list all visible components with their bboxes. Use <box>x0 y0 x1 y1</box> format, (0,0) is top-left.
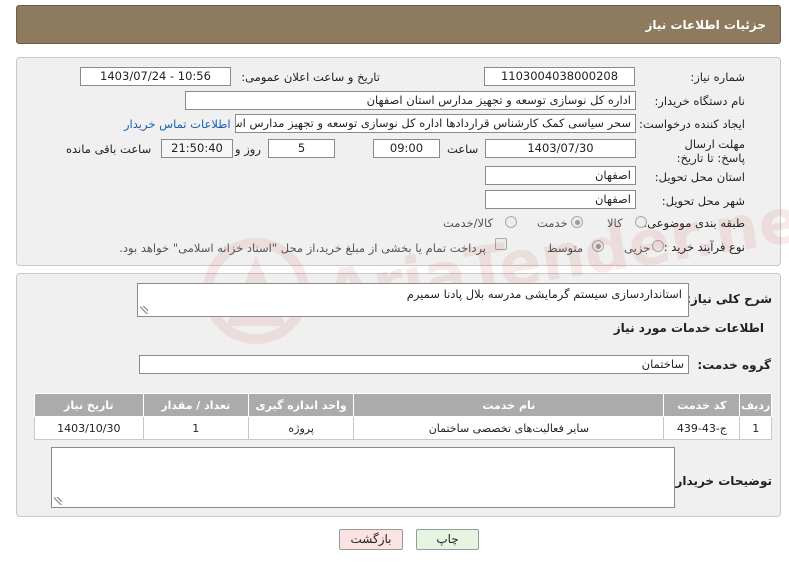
requester-label: ایجاد کننده درخواست: <box>639 117 745 131</box>
column-header-quantity: تعداد / مقدار <box>142 393 249 417</box>
column-header-service-name: نام خدمت <box>353 393 665 417</box>
cell-service-code: ج-43-439 <box>663 416 741 440</box>
page-header: جزئیات اطلاعات نیاز <box>16 5 781 44</box>
deadline-date-field[interactable]: 1403/07/30 <box>485 139 636 158</box>
resize-grip-icon[interactable] <box>54 497 62 505</box>
summary-textarea[interactable]: استانداردسازی سیستم گرمایشی مدرسه بلال پ… <box>137 283 689 317</box>
cell-need-date: 1403/10/30 <box>34 416 144 440</box>
need-number-field[interactable]: 1103004038000208 <box>484 67 635 86</box>
remaining-days-field[interactable]: 5 <box>268 139 335 158</box>
service-group-field[interactable]: ساختمان <box>139 355 689 374</box>
print-button[interactable]: چاپ <box>416 529 479 550</box>
category-option-both-label: کالا/خدمت <box>443 216 494 230</box>
services-section-title: اطلاعات خدمات مورد نیاز <box>613 321 764 335</box>
services-table: ردیف کد خدمت نام خدمت واحد اندازه گیری ت… <box>34 393 772 440</box>
deadline-label: مهلت ارسال پاسخ: تا تاریخ: <box>676 137 745 165</box>
deadline-time-field[interactable]: 09:00 <box>373 139 440 158</box>
summary-text: استانداردسازی سیستم گرمایشی مدرسه بلال پ… <box>406 287 682 301</box>
province-field[interactable]: اصفهان <box>485 166 636 185</box>
column-header-service-code: کد خدمت <box>663 393 741 417</box>
table-row[interactable]: 1 ج-43-439 سایر فعالیت‌های تخصصی ساختمان… <box>34 416 772 440</box>
cell-quantity: 1 <box>142 416 249 440</box>
service-group-label: گروه خدمت: <box>697 358 771 372</box>
column-header-unit: واحد اندازه گیری <box>247 393 355 417</box>
requester-field[interactable]: سحر سیاسی کمک کارشناس قراردادها اداره کل… <box>235 114 636 133</box>
deadline-time-label: ساعت <box>447 142 479 156</box>
city-field[interactable]: اصفهان <box>485 190 636 209</box>
province-label: استان محل تحویل: <box>654 170 745 184</box>
remaining-time-field[interactable]: 21:50:40 <box>161 139 233 158</box>
buyer-contact-link[interactable]: اطلاعات تماس خریدار <box>124 117 231 131</box>
cell-service-name: سایر فعالیت‌های تخصصی ساختمان <box>353 416 665 440</box>
remaining-label: ساعت باقی مانده <box>66 142 152 156</box>
column-header-need-date: تاریخ نیاز <box>34 393 144 417</box>
cell-row-number: 1 <box>739 416 772 440</box>
buyer-org-label: نام دستگاه خریدار: <box>654 94 745 108</box>
page-title: جزئیات اطلاعات نیاز <box>645 18 766 32</box>
cell-unit: پروژه <box>247 416 355 440</box>
days-label: روز و <box>235 142 261 156</box>
announce-datetime-field[interactable]: 1403/07/24 - 10:56 <box>80 67 231 86</box>
table-header-row: ردیف کد خدمت نام خدمت واحد اندازه گیری ت… <box>34 393 772 417</box>
buyer-notes-label: توضیحات خریدار: <box>670 474 772 488</box>
buyer-org-field[interactable]: اداره کل نوسازی توسعه و تجهیز مدارس استا… <box>185 91 636 110</box>
resize-grip-icon[interactable] <box>140 306 148 314</box>
need-number-label: شماره نیاز: <box>690 70 745 84</box>
column-header-row-number: ردیف <box>739 393 772 417</box>
announce-datetime-label: تاریخ و ساعت اعلان عمومی: <box>241 70 380 84</box>
back-button[interactable]: بازگشت <box>339 529 403 550</box>
buyer-notes-textarea[interactable] <box>51 447 675 508</box>
summary-label: شرح کلی نیاز: <box>686 292 772 306</box>
